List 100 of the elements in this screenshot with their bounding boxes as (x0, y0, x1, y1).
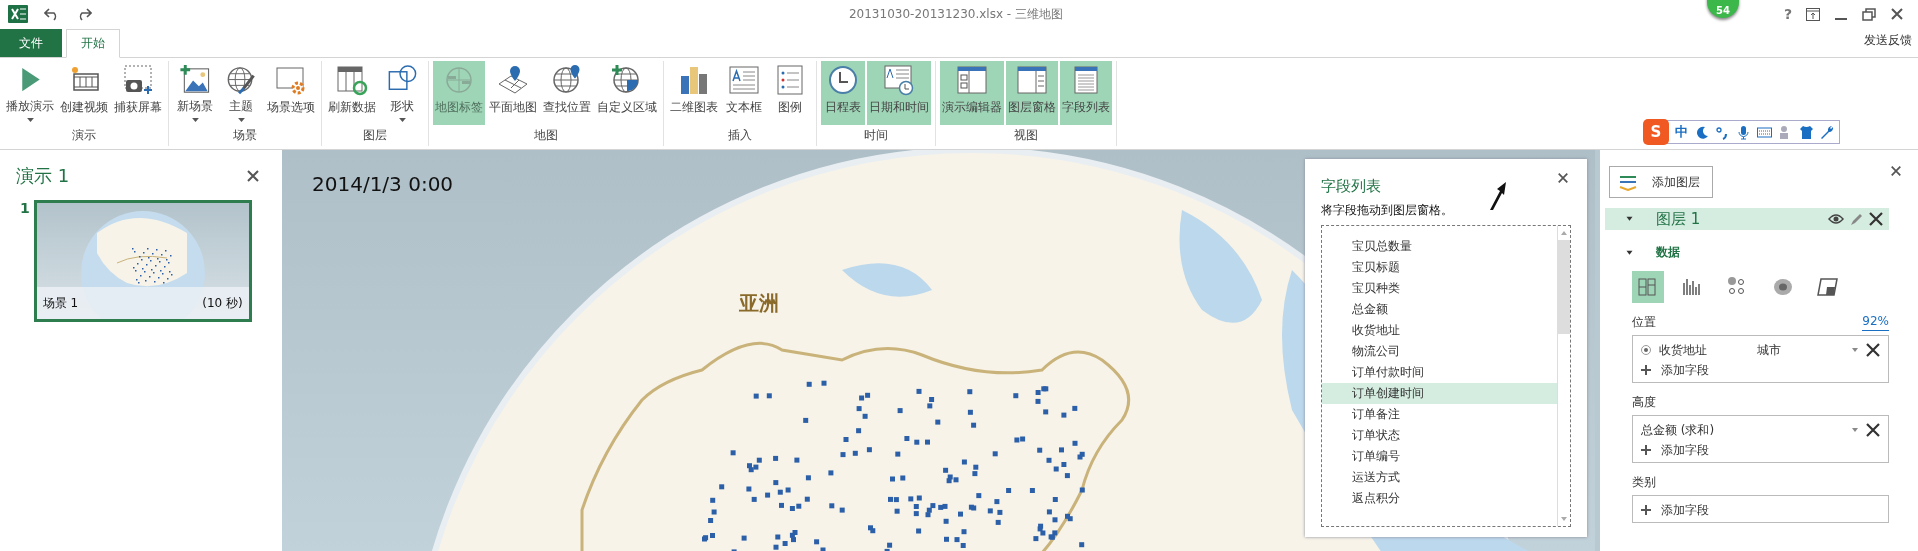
ribbon-button[interactable]: 日期和时间 (867, 61, 931, 125)
ribbon-tab[interactable]: 开始 (66, 29, 120, 58)
match-percentage-link[interactable]: 92% (1862, 314, 1889, 331)
document-clock-icon (883, 64, 915, 96)
field-item[interactable]: 订单创建时间 (1322, 383, 1557, 404)
globe-brush-icon (225, 64, 257, 96)
field-item[interactable]: 收货地址 (1322, 320, 1557, 341)
close-icon[interactable] (1890, 7, 1904, 21)
window-title: 20131030-20131230.xlsx - 三维地图 (848, 5, 1064, 23)
add-field-button[interactable]: 添加字段 (1641, 500, 1709, 520)
close-button[interactable] (246, 169, 260, 183)
ribbon-button[interactable]: 演示编辑器 (940, 61, 1004, 125)
radio-button[interactable] (1641, 345, 1651, 355)
field-item[interactable]: 运送方式 (1322, 467, 1557, 488)
excel-logo-icon (8, 5, 28, 23)
field-item[interactable]: 订单付款时间 (1322, 362, 1557, 383)
microphone-icon[interactable] (1736, 124, 1751, 140)
field-name: 收货地址 (1659, 341, 1708, 359)
field-item[interactable]: 总金额 (1322, 299, 1557, 320)
group-label: 视图 (1014, 127, 1038, 144)
ribbon-button[interactable]: 自定义区域 (595, 61, 659, 125)
delete-icon[interactable] (1869, 212, 1883, 226)
tour-title: 演示 1 (16, 164, 70, 188)
ribbon-button[interactable]: 主题 (219, 61, 263, 125)
add-layer-button[interactable]: 添加图层 (1609, 166, 1713, 198)
keyboard-icon[interactable] (1757, 124, 1772, 140)
ribbon-button[interactable]: 字段列表 (1060, 61, 1112, 125)
dropdown-caret-icon[interactable] (1852, 348, 1858, 352)
field-name: 总金额 (求和) (1641, 421, 1716, 439)
ribbon-button[interactable]: 捕获屏幕 (112, 61, 164, 125)
delete-icon[interactable] (1866, 423, 1880, 437)
ribbon-button[interactable]: 形状 (380, 61, 424, 125)
bar-chart-icon (678, 64, 710, 96)
restore-icon[interactable] (1862, 7, 1876, 21)
moon-icon[interactable] (1694, 124, 1709, 140)
close-button[interactable] (1557, 171, 1571, 185)
ribbon-button[interactable]: 新场景 (173, 61, 217, 125)
gear-icon (275, 64, 307, 96)
geography-type: 城市 (1757, 341, 1782, 359)
delete-icon[interactable] (1866, 343, 1880, 357)
layer-name: 图层 1 (1656, 209, 1702, 229)
camera-icon (122, 64, 154, 96)
picture-icon (179, 64, 211, 96)
input-mode-toggle[interactable]: 中 (1675, 123, 1688, 141)
field-item[interactable]: 订单备注 (1322, 404, 1557, 425)
well-label: 类别 (1632, 474, 1656, 491)
table-refresh-icon (336, 64, 368, 96)
ribbon-button[interactable]: 创建视频 (58, 61, 110, 125)
add-field-button[interactable]: 添加字段 (1641, 440, 1709, 460)
ribbon-button[interactable]: 日程表 (821, 61, 865, 125)
ribbon-button[interactable]: 图层窗格 (1006, 61, 1058, 125)
eye-icon[interactable] (1828, 213, 1844, 225)
shirt-icon[interactable] (1799, 124, 1814, 140)
well-label: 位置 (1632, 314, 1656, 331)
scene-number: 1 (20, 200, 30, 218)
field-item[interactable]: 订单状态 (1322, 425, 1557, 446)
plus-icon (1641, 365, 1651, 375)
wrench-icon[interactable] (1820, 124, 1835, 140)
ribbon-button[interactable]: 场景选项 (265, 61, 317, 125)
scene-duration: (10 秒) (202, 294, 243, 312)
cursor-arrow-icon (1489, 181, 1507, 211)
panel-hint: 将字段拖动到图层窗格。 (1321, 202, 1454, 219)
group-label: 演示 (72, 127, 96, 144)
punctuation-icon[interactable] (1715, 124, 1730, 140)
map-pin-icon (497, 64, 529, 96)
scene-thumbnail[interactable]: 场景 1 (10 秒) (33, 200, 252, 322)
group-label: 时间 (864, 127, 888, 144)
well-label: 高度 (1632, 394, 1656, 411)
ribbon-button[interactable]: 二维图表 (668, 61, 720, 125)
ribbon-button[interactable]: 文本框 (722, 61, 766, 125)
counter-badge: 54 (1707, 0, 1739, 18)
dropdown-caret-icon[interactable] (1852, 428, 1858, 432)
pencil-icon[interactable] (1850, 212, 1863, 226)
feedback-link[interactable]: 发送反馈 (1864, 32, 1918, 57)
field-item[interactable]: 返点积分 (1322, 488, 1557, 509)
panes-icon (956, 64, 988, 96)
help-button[interactable]: ? (1783, 6, 1792, 22)
ribbon-button[interactable]: 图例 (768, 61, 812, 125)
field-item[interactable]: 宝贝总数量 (1322, 236, 1557, 257)
expand-caret-icon[interactable] (1625, 216, 1634, 222)
file-tab[interactable]: 文件 (0, 29, 62, 57)
field-item[interactable]: 宝贝标题 (1322, 257, 1557, 278)
field-item[interactable]: 宝贝种类 (1322, 278, 1557, 299)
scene-name: 场景 1 (42, 294, 79, 312)
expand-caret-icon[interactable] (1625, 249, 1634, 256)
side-pane-icon (1016, 64, 1048, 96)
field-item[interactable]: 物流公司 (1322, 341, 1557, 362)
group-label: 插入 (728, 127, 752, 144)
field-item[interactable]: 订单编号 (1322, 446, 1557, 467)
add-field-button[interactable]: 添加字段 (1641, 360, 1709, 380)
ribbon-button[interactable]: 查找位置 (541, 61, 593, 125)
close-button[interactable] (1890, 164, 1904, 178)
group-label: 地图 (534, 127, 558, 144)
ribbon-button[interactable]: 平面地图 (487, 61, 539, 125)
layer-header[interactable]: 图层 1 (1605, 208, 1889, 230)
globe-icon (443, 64, 475, 96)
legend-icon (774, 64, 806, 96)
ribbon-button[interactable]: 播放演示 (4, 61, 56, 125)
ribbon-button[interactable]: 刷新数据 (326, 61, 378, 125)
ribbon-display-icon[interactable] (1806, 7, 1820, 21)
